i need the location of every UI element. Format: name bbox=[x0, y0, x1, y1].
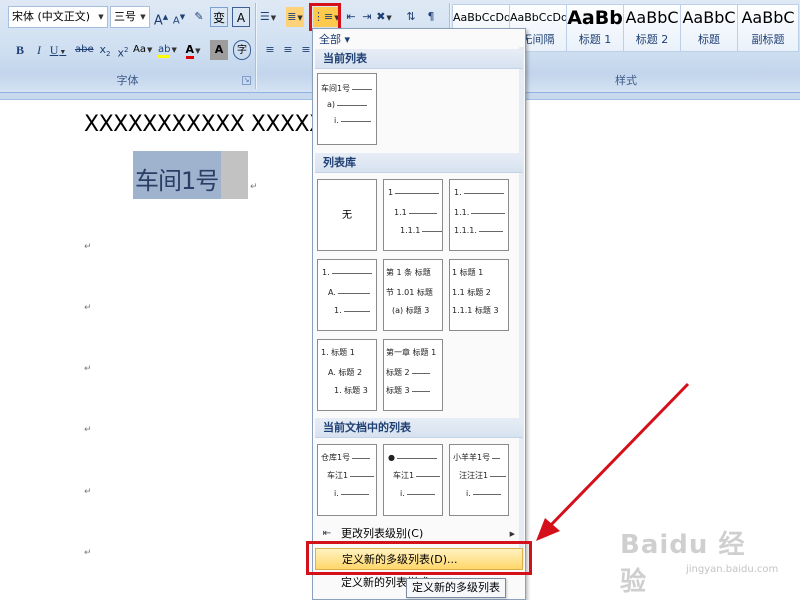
baidu-jingyan-watermark: Baidu 经验 jingyan.baidu.com bbox=[612, 520, 778, 597]
watermark-logo: Baidu 经验 bbox=[620, 530, 746, 597]
watermark-url: jingyan.baidu.com bbox=[686, 564, 779, 575]
annotation-arrow bbox=[536, 382, 690, 541]
arrow-shaft bbox=[546, 382, 690, 530]
word-window: 宋体 (中文正文) ▼ 三号 ▼ A▲ A▼ ✎ 变 A B I U▼ abe … bbox=[0, 0, 800, 600]
